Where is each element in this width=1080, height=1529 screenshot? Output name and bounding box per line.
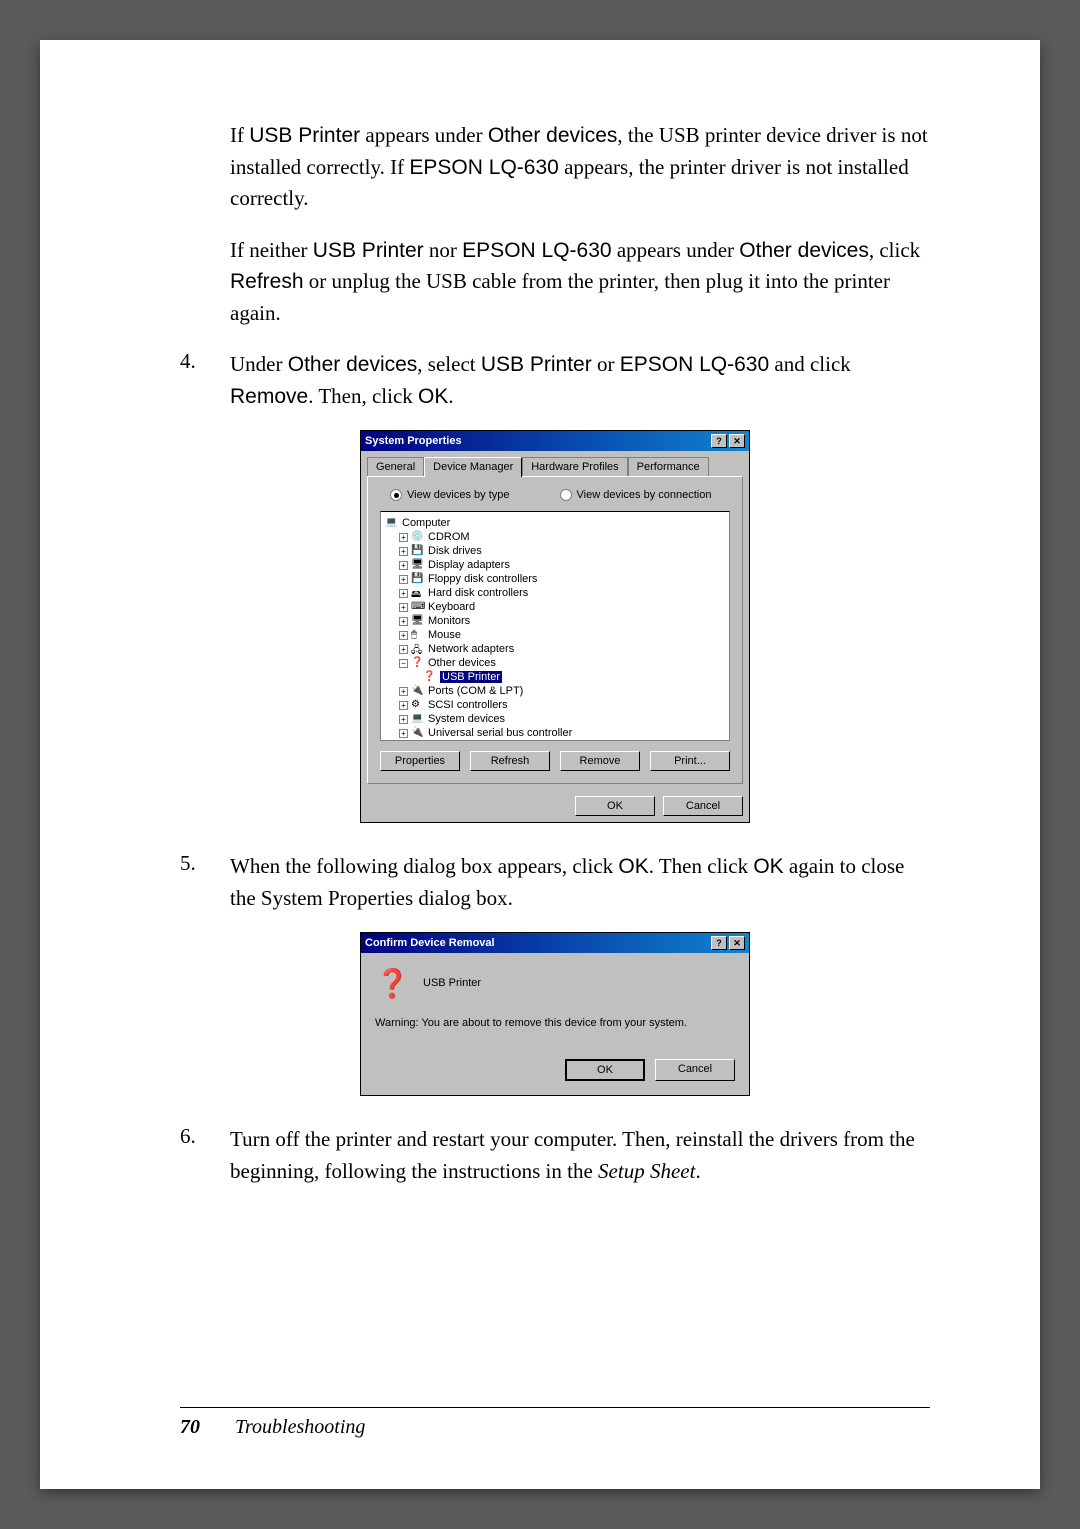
radio-icon [390, 489, 402, 501]
monitor-icon: 🖥 [411, 615, 425, 627]
cancel-button[interactable]: Cancel [655, 1059, 735, 1081]
cdrom-icon: 💿 [411, 531, 425, 543]
step-5: 5. When the following dialog box appears… [180, 851, 930, 914]
tree-usb-controller[interactable]: Universal serial bus controller [428, 727, 572, 739]
expand-icon[interactable]: + [399, 645, 408, 654]
tab-general[interactable]: General [367, 457, 424, 476]
collapse-icon[interactable]: − [399, 659, 408, 668]
tree-monitors[interactable]: Monitors [428, 615, 470, 627]
mouse-icon: 🖱 [411, 629, 425, 641]
close-button[interactable]: ✕ [729, 936, 745, 950]
tree-scsi[interactable]: SCSI controllers [428, 699, 507, 711]
expand-icon[interactable]: + [399, 729, 408, 738]
expand-icon[interactable]: + [399, 687, 408, 696]
system-icon: 💻 [411, 713, 425, 725]
tab-performance[interactable]: Performance [628, 457, 709, 476]
tab-hardware-profiles[interactable]: Hardware Profiles [522, 457, 627, 476]
expand-icon[interactable]: + [399, 631, 408, 640]
question-icon: ❓ [411, 657, 425, 669]
monitor-icon: 🖥 [411, 559, 425, 571]
help-button[interactable]: ? [711, 434, 727, 448]
tree-system[interactable]: System devices [428, 713, 505, 725]
page-number: 70 [180, 1416, 200, 1438]
question-icon: ❓ [423, 671, 437, 683]
expand-icon[interactable]: + [399, 589, 408, 598]
cancel-button[interactable]: Cancel [663, 796, 743, 816]
page-footer: 70 Troubleshooting [180, 1407, 930, 1439]
remove-button[interactable]: Remove [560, 751, 640, 771]
tree-other-devices[interactable]: Other devices [428, 657, 496, 669]
print-button[interactable]: Print... [650, 751, 730, 771]
help-button[interactable]: ? [711, 936, 727, 950]
properties-button[interactable]: Properties [380, 751, 460, 771]
ok-button[interactable]: OK [575, 796, 655, 816]
expand-icon[interactable]: + [399, 603, 408, 612]
refresh-button[interactable]: Refresh [470, 751, 550, 771]
scsi-icon: ⚙ [411, 699, 425, 711]
computer-icon: 💻 [385, 517, 399, 529]
tree-mouse[interactable]: Mouse [428, 629, 461, 641]
keyboard-icon: ⌨ [411, 601, 425, 613]
device-tree[interactable]: 💻Computer +💿CDROM +💾Disk drives +🖥Displa… [380, 511, 730, 741]
disk-icon: 💾 [411, 545, 425, 557]
ports-icon: 🔌 [411, 685, 425, 697]
tree-computer[interactable]: Computer [402, 517, 450, 529]
dialog-title: Confirm Device Removal [365, 937, 495, 949]
expand-icon[interactable]: + [399, 617, 408, 626]
network-icon: 🖧 [411, 643, 425, 655]
expand-icon[interactable]: + [399, 701, 408, 710]
tree-ports[interactable]: Ports (COM & LPT) [428, 685, 523, 697]
tree-display[interactable]: Display adapters [428, 559, 510, 571]
paragraph-2: If neither USB Printer nor EPSON LQ-630 … [230, 235, 930, 330]
tree-keyboard[interactable]: Keyboard [428, 601, 475, 613]
titlebar: System Properties ? ✕ [361, 431, 749, 451]
system-properties-dialog: System Properties ? ✕ General Device Man… [360, 430, 750, 823]
question-icon: ❓ [375, 967, 407, 999]
tree-floppy[interactable]: Floppy disk controllers [428, 573, 537, 585]
device-name: USB Printer [423, 977, 481, 989]
warning-text: Warning: You are about to remove this de… [375, 1017, 735, 1029]
radio-icon [560, 489, 572, 501]
expand-icon[interactable]: + [399, 575, 408, 584]
titlebar: Confirm Device Removal ? ✕ [361, 933, 749, 953]
paragraph-1: If USB Printer appears under Other devic… [230, 120, 930, 215]
expand-icon[interactable]: + [399, 533, 408, 542]
hdd-icon: 🖴 [411, 587, 425, 599]
section-title: Troubleshooting [235, 1416, 365, 1438]
radio-view-by-connection[interactable]: View devices by connection [560, 489, 712, 501]
close-button[interactable]: ✕ [729, 434, 745, 448]
tree-disk[interactable]: Disk drives [428, 545, 482, 557]
ok-button[interactable]: OK [565, 1059, 645, 1081]
radio-view-by-type[interactable]: View devices by type [390, 489, 510, 501]
tree-usb-printer[interactable]: USB Printer [440, 671, 502, 683]
floppy-icon: 💾 [411, 573, 425, 585]
step-4: 4. Under Other devices, select USB Print… [180, 349, 930, 412]
step-6: 6. Turn off the printer and restart your… [180, 1124, 930, 1187]
tree-hdd[interactable]: Hard disk controllers [428, 587, 528, 599]
confirm-device-removal-dialog: Confirm Device Removal ? ✕ ❓ USB Printer… [360, 932, 750, 1096]
dialog-title: System Properties [365, 435, 462, 447]
usb-icon: 🔌 [411, 727, 425, 739]
expand-icon[interactable]: + [399, 561, 408, 570]
tree-network[interactable]: Network adapters [428, 643, 514, 655]
tab-device-manager[interactable]: Device Manager [424, 457, 522, 477]
expand-icon[interactable]: + [399, 715, 408, 724]
tree-cdrom[interactable]: CDROM [428, 531, 470, 543]
expand-icon[interactable]: + [399, 547, 408, 556]
